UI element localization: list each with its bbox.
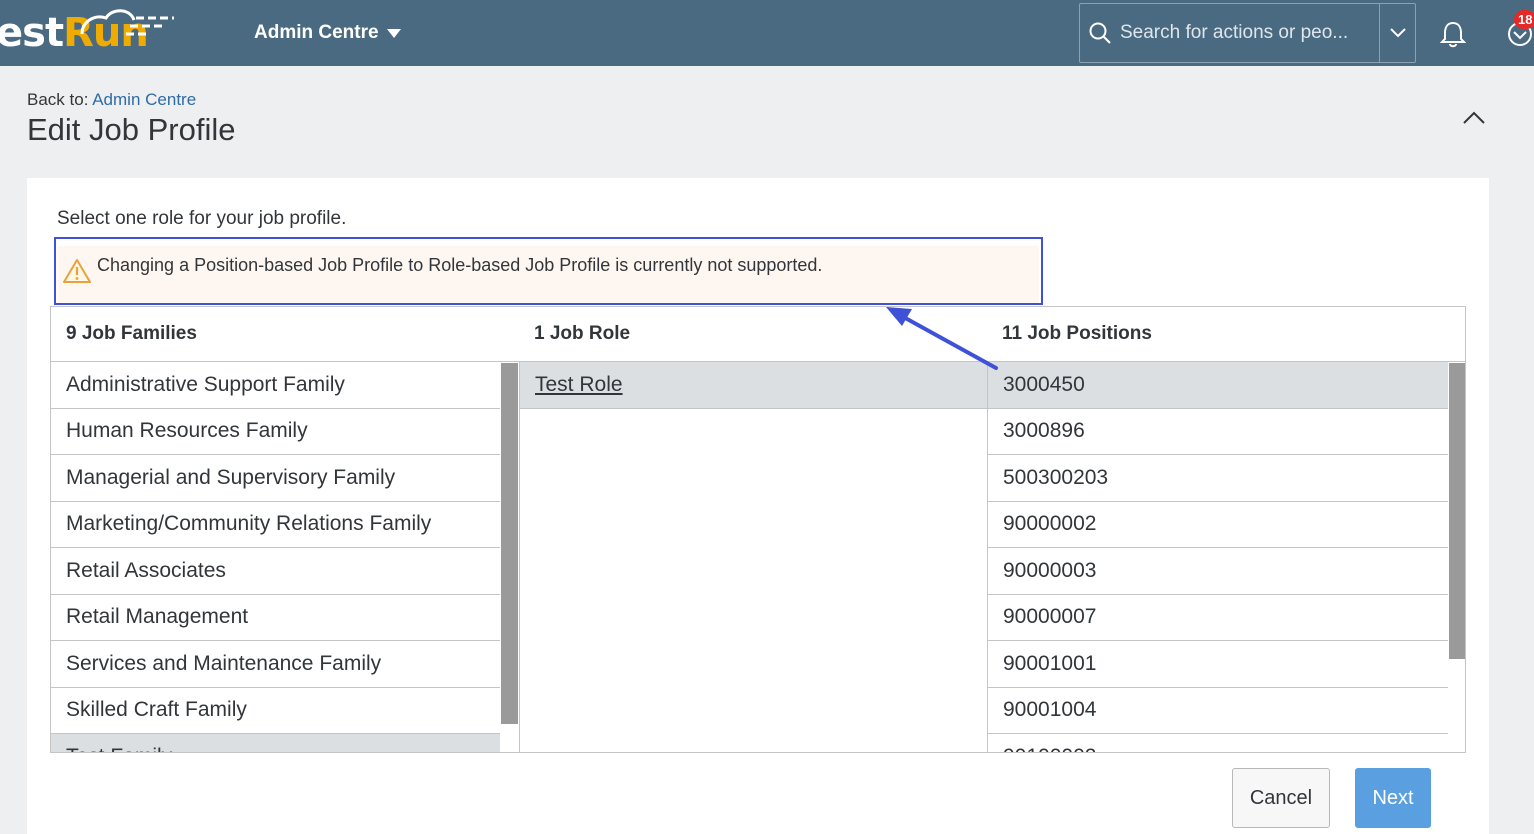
instruction-text: Select one role for your job profile. — [57, 208, 347, 229]
company-logo[interactable]: est Run — [0, 8, 174, 58]
job-families-header: 9 Job Families — [51, 307, 519, 362]
notification-count-badge: 18 — [1514, 10, 1534, 29]
job-positions-scrollbar[interactable] — [1448, 362, 1465, 752]
job-family-item-selected[interactable]: Test Family — [51, 734, 500, 752]
warning-icon — [63, 258, 91, 289]
breadcrumb: Back to: Admin Centre — [27, 90, 196, 110]
bell-icon[interactable] — [1439, 20, 1467, 53]
job-family-item[interactable]: Retail Management — [51, 595, 500, 641]
global-search[interactable] — [1079, 3, 1416, 63]
page-title: Edit Job Profile — [27, 112, 236, 147]
job-role-item-selected[interactable]: Test Role — [520, 362, 987, 409]
job-position-item[interactable]: 90001001 — [988, 641, 1448, 688]
caret-down-icon — [386, 28, 401, 38]
job-positions-list: 3000450 3000896 500300203 90000002 90000… — [987, 362, 1465, 752]
job-role-header: 1 Job Role — [519, 307, 987, 362]
chevron-down-icon — [1389, 28, 1406, 38]
job-family-item[interactable]: Managerial and Supervisory Family — [51, 455, 500, 502]
warning-text: Changing a Position-based Job Profile to… — [97, 255, 823, 275]
next-button[interactable]: Next — [1355, 768, 1431, 828]
job-position-item[interactable]: 90000002 — [988, 502, 1448, 548]
job-families-scrollbar[interactable] — [500, 362, 519, 752]
scrollbar-thumb[interactable] — [1449, 363, 1465, 659]
warning-message-strip: Changing a Position-based Job Profile to… — [58, 246, 1039, 303]
job-family-item[interactable]: Services and Maintenance Family — [51, 641, 500, 688]
job-profile-selection-table: 9 Job Families 1 Job Role 11 Job Positio… — [50, 306, 1466, 753]
warning-message-box: Changing a Position-based Job Profile to… — [54, 237, 1043, 305]
chevron-up-icon — [1463, 111, 1485, 124]
job-family-item[interactable]: Administrative Support Family — [51, 362, 500, 409]
logo-text-part1: est — [0, 10, 64, 56]
job-position-item[interactable]: 500300203 — [988, 455, 1448, 502]
job-family-item[interactable]: Retail Associates — [51, 548, 500, 595]
job-roles-list: Test Role — [519, 362, 987, 752]
collapse-header-button[interactable] — [1460, 104, 1488, 132]
job-family-item[interactable]: Human Resources Family — [51, 409, 500, 455]
job-positions-header: 11 Job Positions — [987, 307, 1465, 362]
job-role-link[interactable]: Test Role — [535, 373, 623, 397]
job-families-list: Administrative Support Family Human Reso… — [51, 362, 519, 752]
job-position-item[interactable]: 90000007 — [988, 595, 1448, 641]
cancel-button[interactable]: Cancel — [1232, 768, 1330, 828]
job-position-item[interactable]: 90000003 — [988, 548, 1448, 595]
job-position-item[interactable]: 90100002 — [988, 734, 1448, 752]
admin-centre-menu-label: Admin Centre — [254, 22, 379, 43]
search-dropdown-button[interactable] — [1379, 4, 1415, 62]
job-position-item[interactable]: 3000896 — [988, 409, 1448, 455]
job-family-item[interactable]: Skilled Craft Family — [51, 688, 500, 734]
search-input[interactable] — [1120, 4, 1379, 62]
job-family-item[interactable]: Marketing/Community Relations Family — [51, 502, 500, 548]
scrollbar-thumb[interactable] — [501, 363, 518, 724]
admin-centre-menu[interactable]: Admin Centre — [254, 22, 401, 44]
search-icon[interactable] — [1080, 4, 1120, 62]
cloud-icon — [80, 9, 174, 36]
back-label: Back to: — [27, 90, 89, 109]
back-to-admin-centre-link[interactable]: Admin Centre — [92, 90, 196, 109]
job-position-item[interactable]: 90001004 — [988, 688, 1448, 734]
job-position-item-selected[interactable]: 3000450 — [988, 362, 1448, 409]
shell-bar: estRun Admin Centre 18 — [0, 0, 1534, 66]
